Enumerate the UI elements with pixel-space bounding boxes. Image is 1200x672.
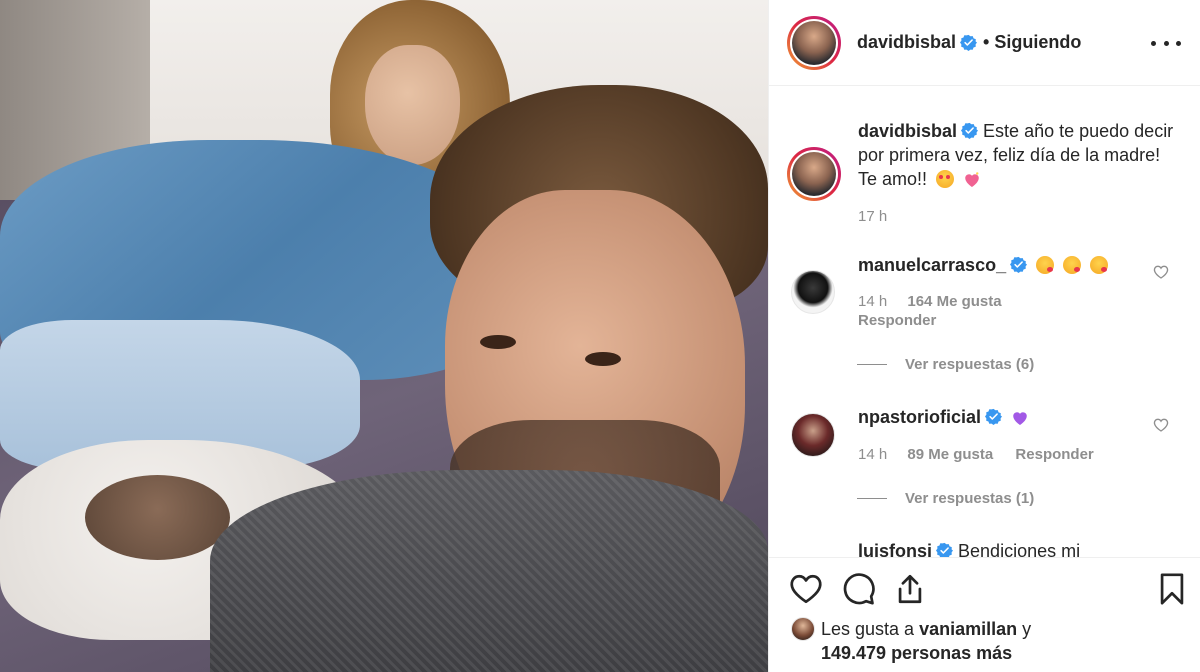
comments-list[interactable]: davidbisbal Este año te puedo decir por … (769, 87, 1200, 557)
comment-meta: 14 h 89 Me gusta Responder (858, 446, 1094, 463)
header-username[interactable]: davidbisbal (857, 32, 956, 53)
heart-icon[interactable] (789, 572, 823, 606)
sparkling-heart-icon (965, 172, 979, 187)
reply-button[interactable]: Responder (1015, 446, 1093, 463)
verified-badge-icon (960, 34, 978, 51)
photo-baby-head (85, 475, 230, 560)
replies-divider (857, 364, 887, 365)
commenter-avatar[interactable] (791, 270, 835, 314)
verified-badge-icon (936, 542, 954, 557)
face-blowing-kiss-icon (1036, 256, 1055, 274)
post-caption: davidbisbal Este año te puedo decir por … (858, 119, 1178, 191)
photo-eye-left (480, 335, 516, 349)
comment-body: luisfonsi Bendiciones mi (858, 539, 1080, 557)
more-options-icon[interactable] (1151, 30, 1181, 56)
commenter-avatar[interactable] (791, 413, 835, 457)
comment-icon[interactable] (842, 572, 876, 606)
comment-body: manuelcarrasco_ (858, 253, 1109, 277)
reply-button[interactable]: Responder (858, 312, 936, 329)
photo-eye-right (585, 352, 621, 366)
caption-time: 17 h (858, 208, 888, 225)
comment-time: 14 h (858, 293, 888, 310)
replies-divider (857, 498, 887, 499)
comment-like-heart-icon[interactable] (1153, 417, 1169, 433)
photo-woman-face (365, 45, 460, 165)
verified-badge-icon (1010, 256, 1028, 273)
comment-text: Bendiciones mi (958, 541, 1081, 557)
comment-username[interactable]: luisfonsi (858, 541, 932, 557)
comment-like-heart-icon[interactable] (1153, 264, 1169, 280)
liker-username[interactable]: vaniamillan (919, 619, 1017, 639)
header-info: davidbisbal • Siguiendo (857, 32, 1081, 53)
photo-sweater (210, 470, 768, 672)
likes-connector: y (1022, 619, 1032, 639)
comment-username[interactable]: manuelcarrasco_ (858, 255, 1006, 275)
likes-prefix: Les gusta a (821, 619, 915, 639)
share-icon[interactable] (893, 572, 927, 606)
view-replies-button[interactable]: Ver respuestas (1) (857, 490, 1034, 507)
post-photo[interactable] (0, 0, 768, 672)
author-avatar[interactable] (787, 16, 841, 70)
purple-heart-icon (1013, 412, 1027, 425)
post-actions: Les gusta a vaniamillan y 149.479 person… (769, 557, 1200, 672)
post-header: davidbisbal • Siguiendo (769, 0, 1200, 86)
view-replies-button[interactable]: Ver respuestas (6) (857, 356, 1034, 373)
comment-likes[interactable]: 164 Me gusta (907, 293, 1001, 310)
verified-badge-icon (961, 122, 979, 139)
post-side-panel: davidbisbal • Siguiendo davidbisbal Este… (768, 0, 1200, 672)
comment-meta: 14 h 164 Me gusta (858, 293, 1002, 310)
likes-count[interactable]: 149.479 personas más (821, 643, 1012, 663)
verified-badge-icon (985, 408, 1003, 425)
view-replies-label: Ver respuestas (1) (905, 490, 1035, 507)
liker-avatar[interactable] (791, 617, 815, 641)
comment-likes[interactable]: 89 Me gusta (907, 446, 993, 463)
comment-time: 14 h (858, 446, 888, 463)
comment-username[interactable]: npastorioficial (858, 407, 981, 427)
follow-state[interactable]: • Siguiendo (983, 32, 1081, 53)
face-blowing-kiss-icon (1090, 256, 1109, 274)
caption-username[interactable]: davidbisbal (858, 121, 957, 141)
comment-body: npastorioficial (858, 405, 1029, 429)
smiling-face-with-heart-eyes-icon (936, 170, 955, 188)
likes-summary[interactable]: Les gusta a vaniamillan y 149.479 person… (791, 617, 1091, 665)
bookmark-icon[interactable] (1155, 572, 1189, 606)
face-blowing-kiss-icon (1063, 256, 1082, 274)
view-replies-label: Ver respuestas (6) (905, 356, 1035, 373)
caption-author-avatar[interactable] (787, 147, 841, 201)
